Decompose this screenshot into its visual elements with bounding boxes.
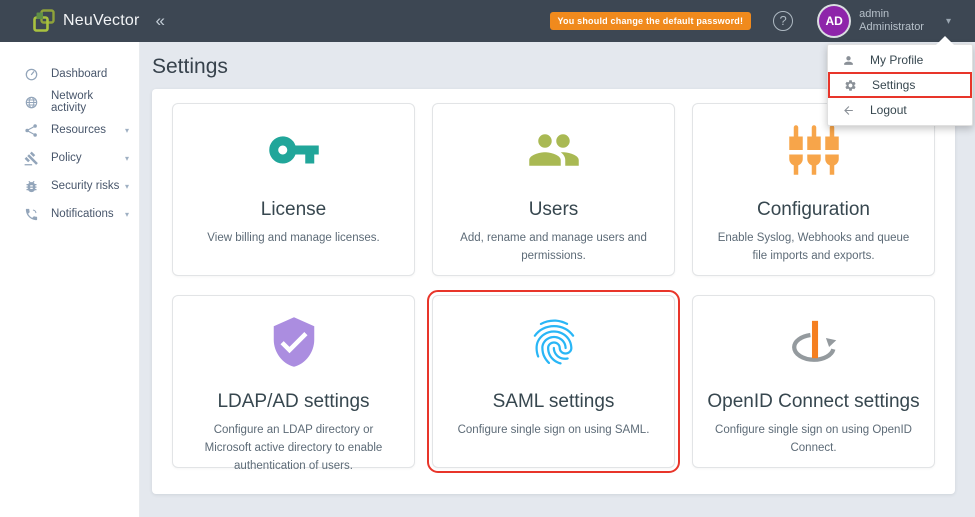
user-name-block[interactable]: admin Administrator — [859, 8, 924, 34]
gavel-icon — [24, 151, 38, 165]
menu-pointer-arrow — [936, 36, 954, 45]
card-ldap-ad-settings[interactable]: LDAP/AD settings Configure an LDAP direc… — [172, 295, 415, 472]
phone-icon — [25, 208, 38, 220]
neuvector-logo-icon — [33, 9, 55, 32]
gear-icon — [845, 79, 856, 91]
card-description: View billing and manage licenses. — [207, 232, 380, 244]
card-openid-connect-settings[interactable]: OpenID Connect settings Configure single… — [692, 295, 935, 468]
users-icon — [528, 134, 579, 166]
card-description: Configure single sign on using OpenID Co… — [715, 424, 912, 454]
card-title: SAML settings — [492, 391, 615, 412]
top-navbar: NeuVector « You should change the defaul… — [0, 0, 975, 42]
card-description: Add, rename and manage users and permiss… — [460, 232, 647, 262]
bug-icon — [26, 180, 37, 192]
back-arrow-icon — [844, 105, 853, 115]
sidebar-label: Resources — [51, 124, 106, 136]
fingerprint-icon — [533, 319, 574, 365]
sidebar-item-notifications[interactable]: Notifications ▾ — [0, 200, 139, 228]
sidebar-item-network-activity[interactable]: Network activity — [0, 88, 139, 116]
sidebar-label: Dashboard — [51, 68, 108, 80]
chevron-down-icon: ▾ — [124, 209, 129, 219]
card-users[interactable]: Users Add, rename and manage users and p… — [432, 103, 675, 276]
help-icon[interactable]: ? — [773, 11, 794, 31]
card-title: OpenID Connect settings — [707, 391, 920, 412]
globe-icon — [25, 96, 38, 108]
sidebar-item-security-risks[interactable]: Security risks ▾ — [0, 172, 139, 200]
sidebar-item-policy[interactable]: Policy ▾ — [0, 144, 139, 172]
user-menu-caret-icon[interactable]: ▾ — [946, 16, 951, 27]
avatar[interactable]: AD — [819, 6, 850, 36]
card-title: License — [260, 199, 327, 220]
key-icon — [268, 136, 319, 164]
card-title: LDAP/AD settings — [217, 391, 370, 412]
sidebar-label: Policy — [51, 152, 82, 164]
navbar-right: You should change the default password! … — [549, 6, 975, 36]
card-title: Users — [528, 199, 579, 220]
settings-cards-grid: License View billing and manage licenses… — [172, 103, 935, 473]
card-description: Enable Syslog, Webhooks and queue file i… — [717, 232, 910, 262]
user-dropdown-menu: My Profile Settings Logout — [827, 36, 973, 126]
settings-panel: License View billing and manage licenses… — [152, 89, 955, 494]
card-saml-settings[interactable]: SAML settings Configure single sign on u… — [427, 290, 680, 473]
sidebar-item-dashboard[interactable]: Dashboard — [0, 60, 139, 88]
sidebar-item-resources[interactable]: Resources ▾ — [0, 116, 139, 144]
card-description: Configure single sign on using SAML. — [457, 424, 650, 436]
menu-item-label: Logout — [870, 103, 907, 117]
dashboard-gauge-icon — [25, 68, 38, 80]
sidebar-label: Notifications — [51, 208, 114, 220]
card-description: Configure an LDAP directory or Microsoft… — [204, 424, 383, 472]
sidebar-label: Security risks — [51, 180, 120, 192]
chevron-down-icon: ▾ — [124, 181, 129, 191]
user-name: admin — [859, 8, 890, 20]
menu-item-logout[interactable]: Logout — [828, 98, 972, 122]
password-warning-badge[interactable]: You should change the default password! — [549, 12, 752, 30]
menu-item-label: Settings — [872, 78, 916, 92]
chevron-down-icon: ▾ — [124, 125, 129, 135]
menu-item-settings[interactable]: Settings — [828, 72, 972, 98]
sidebar-collapse-button[interactable]: « — [156, 11, 165, 31]
menu-item-my-profile[interactable]: My Profile — [828, 48, 972, 72]
card-license[interactable]: License View billing and manage licenses… — [172, 103, 415, 276]
user-role: Administrator — [859, 21, 924, 33]
card-configuration[interactable]: Configuration Enable Syslog, Webhooks an… — [692, 103, 935, 276]
nodes-cluster-icon — [25, 123, 37, 137]
brand-name: NeuVector — [63, 12, 140, 29]
sidebar: Dashboard Network activity Resources ▾ P… — [0, 42, 140, 517]
brand-area: NeuVector « — [0, 9, 165, 33]
shield-check-icon — [273, 317, 314, 367]
menu-item-label: My Profile — [870, 53, 924, 67]
person-icon — [844, 55, 853, 65]
card-title: Configuration — [756, 199, 871, 220]
chevron-down-icon: ▾ — [124, 153, 129, 163]
sidebar-label: Network activity — [51, 90, 94, 114]
openid-icon — [791, 320, 836, 362]
sliders-icon — [788, 125, 839, 175]
app-root: NeuVector « You should change the defaul… — [0, 0, 975, 517]
